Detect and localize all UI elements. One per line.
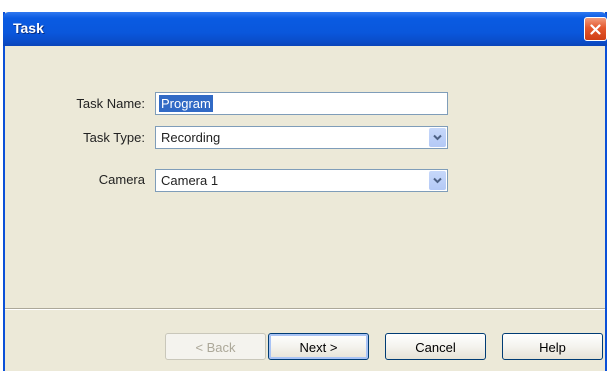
close-x-icon (590, 23, 601, 35)
camera-select[interactable]: Camera 1 (155, 169, 448, 192)
close-button[interactable] (584, 17, 607, 41)
task-name-label: Task Name: (76, 96, 145, 111)
task-type-value: Recording (161, 130, 221, 145)
task-name-field[interactable]: Program (155, 92, 448, 115)
separator-line (5, 308, 605, 310)
cancel-button[interactable]: Cancel (385, 333, 486, 360)
chevron-down-icon (433, 134, 442, 141)
task-type-label: Task Type: (83, 130, 145, 145)
camera-value: Camera 1 (161, 173, 219, 188)
help-button[interactable]: Help (502, 333, 603, 360)
task-dialog: Task Task Name: Program Task Type: Recor… (3, 12, 607, 371)
task-type-dropdown-button[interactable] (429, 128, 446, 147)
window-title: Task (13, 20, 44, 36)
chevron-down-icon (433, 177, 442, 184)
title-bar[interactable]: Task (3, 12, 607, 46)
task-name-value: Program (159, 95, 213, 112)
back-button[interactable]: < Back (165, 333, 266, 360)
camera-label: Camera (98, 172, 145, 187)
camera-dropdown-button[interactable] (429, 171, 446, 190)
next-button[interactable]: Next > (268, 333, 369, 360)
task-type-select[interactable]: Recording (155, 126, 448, 149)
